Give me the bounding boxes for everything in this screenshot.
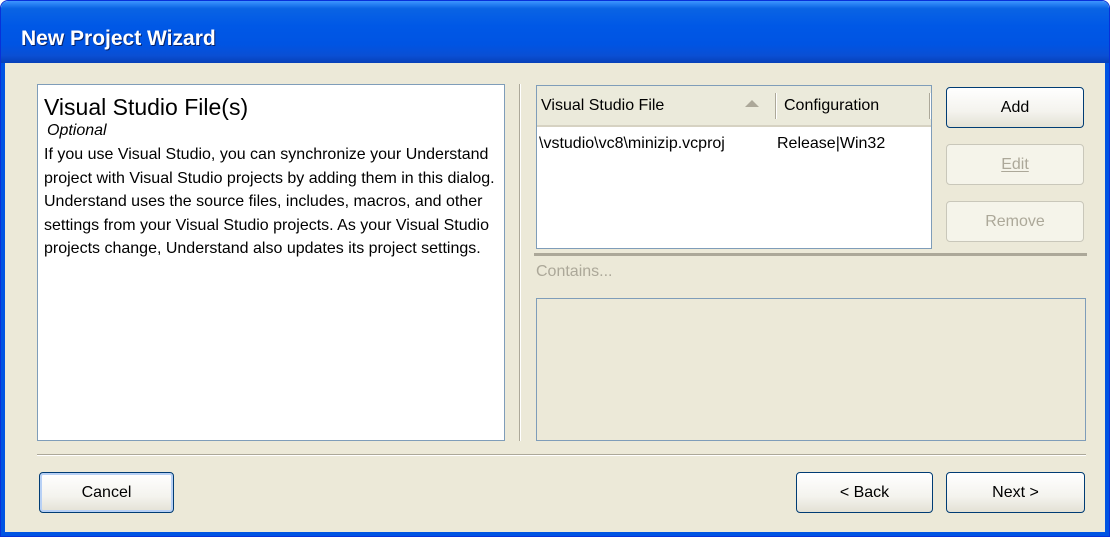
list-header: Visual Studio File Configuration bbox=[537, 86, 931, 127]
vertical-divider bbox=[519, 84, 521, 441]
contains-label: Contains... bbox=[536, 263, 613, 280]
cell-visual-studio-file: \vstudio\vc8\minizip.vcproj bbox=[539, 132, 776, 156]
table-row[interactable]: \vstudio\vc8\minizip.vcproj Release|Win3… bbox=[537, 132, 931, 156]
description-heading: Visual Studio File(s) bbox=[44, 94, 249, 120]
next-button[interactable]: Next > bbox=[946, 472, 1085, 513]
column-resize-handle[interactable] bbox=[775, 93, 777, 119]
wizard-window: New Project Wizard Visual Studio File(s)… bbox=[0, 0, 1110, 537]
column-resize-handle[interactable] bbox=[929, 93, 931, 119]
list-divider bbox=[534, 253, 1087, 256]
next-button-label: Next > bbox=[992, 483, 1039, 501]
cell-configuration: Release|Win32 bbox=[777, 135, 886, 152]
visual-studio-file-list[interactable]: Visual Studio File Configuration \vstudi… bbox=[536, 85, 932, 249]
column-header-visual-studio-file[interactable]: Visual Studio File bbox=[541, 86, 775, 125]
window-frame-left bbox=[1, 63, 5, 536]
add-button-label: Add bbox=[1000, 98, 1030, 116]
cancel-button[interactable]: Cancel bbox=[39, 472, 174, 513]
back-button-label: < Back bbox=[839, 483, 890, 501]
edit-button-label: Edit bbox=[1001, 155, 1029, 173]
horizontal-divider bbox=[37, 454, 1086, 456]
title-bar[interactable]: New Project Wizard bbox=[1, 1, 1109, 63]
column-header-configuration[interactable]: Configuration bbox=[784, 86, 930, 125]
sort-ascending-icon bbox=[745, 100, 759, 107]
remove-button-label: Remove bbox=[985, 212, 1045, 230]
cancel-button-label: Cancel bbox=[81, 483, 132, 501]
window-title: New Project Wizard bbox=[21, 27, 216, 50]
contains-panel[interactable] bbox=[536, 298, 1086, 441]
description-panel: Visual Studio File(s) Optional If you us… bbox=[37, 84, 505, 441]
optional-label: Optional bbox=[47, 122, 107, 139]
remove-button[interactable]: Remove bbox=[946, 201, 1084, 242]
description-text: If you use Visual Studio, you can synchr… bbox=[44, 146, 495, 257]
cell-file-text: \vstudio\vc8\minizip.vcproj bbox=[539, 135, 725, 152]
back-button[interactable]: < Back bbox=[796, 472, 933, 513]
add-button[interactable]: Add bbox=[946, 87, 1084, 128]
window-frame-right bbox=[1105, 63, 1109, 536]
window-frame-bottom bbox=[1, 532, 1109, 536]
edit-button[interactable]: Edit bbox=[946, 144, 1084, 185]
